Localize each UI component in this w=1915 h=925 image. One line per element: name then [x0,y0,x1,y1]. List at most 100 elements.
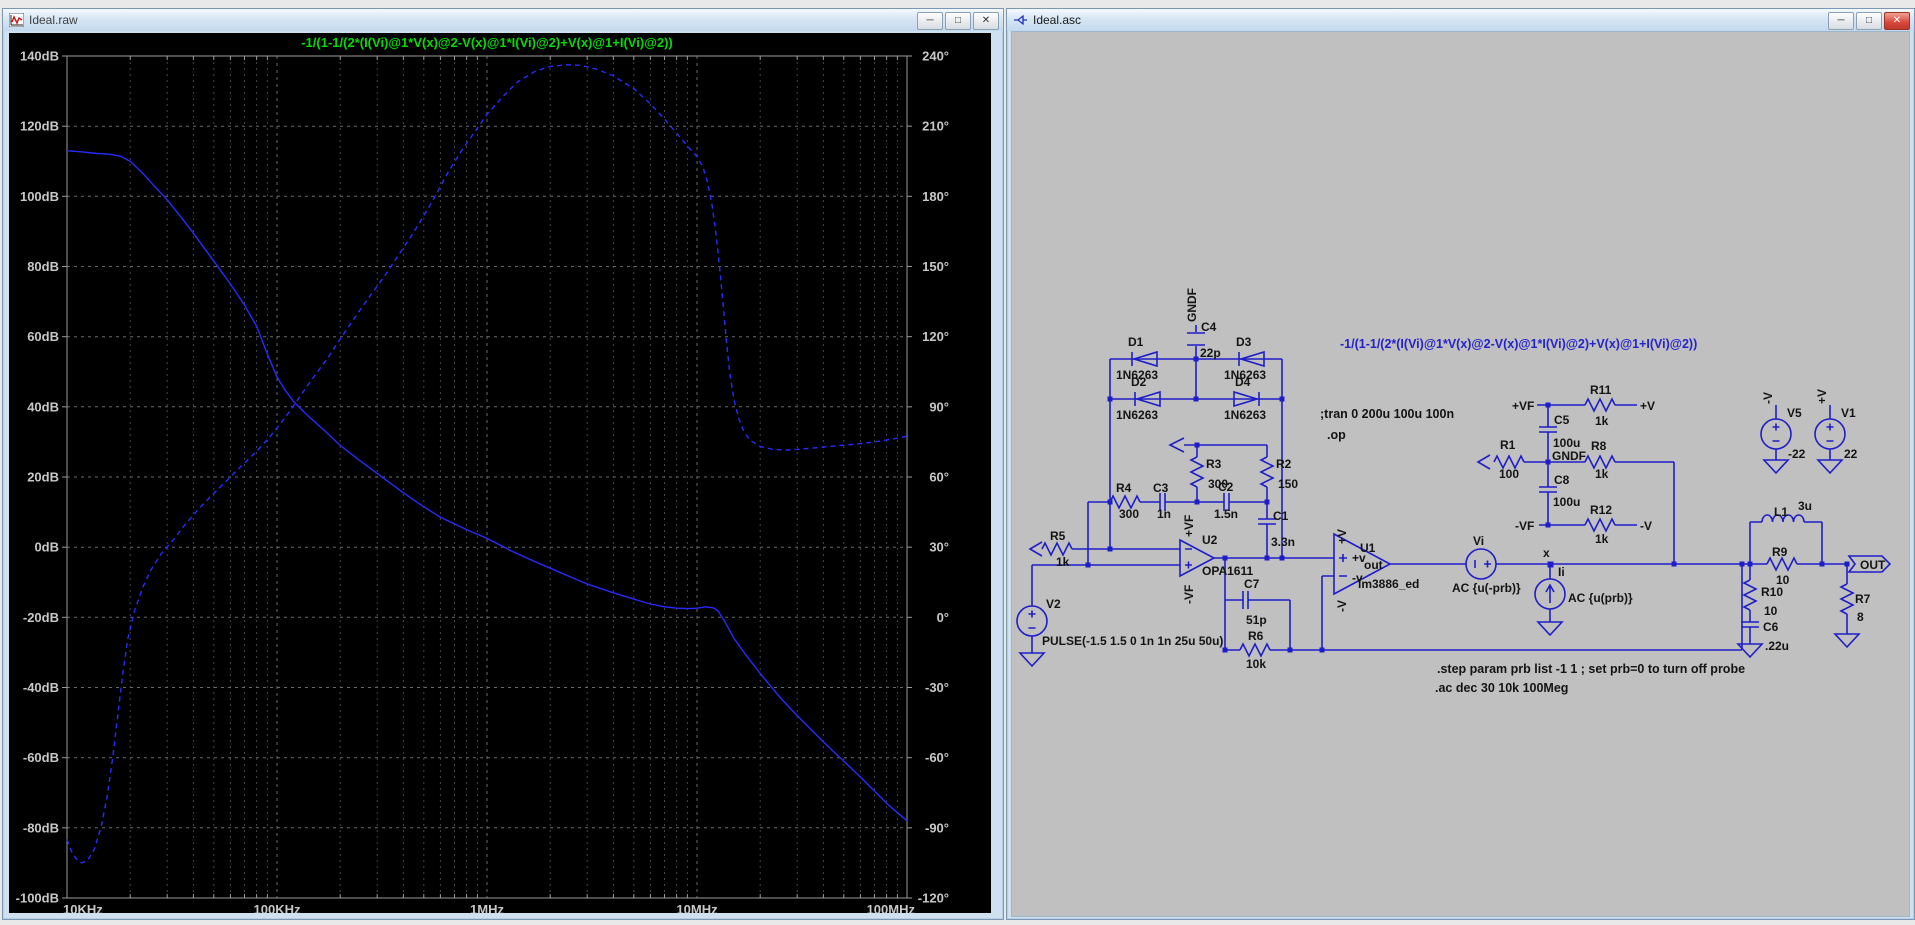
component-value: lm3886_ed [1358,577,1419,591]
close-button[interactable]: ✕ [1884,12,1910,30]
component-value: PULSE(-1.5 1.5 0 1n 1n 25u 50u) [1042,634,1223,648]
component-label: R10 [1761,585,1783,599]
resistor-R12 [1584,517,1616,533]
y-left-label: 20dB [27,470,59,485]
y-right-label: -30° [925,680,949,695]
y-right-label: 90° [929,399,949,414]
capacitor-C1[interactable]: C1 3.3n [1258,509,1295,549]
component-value: AC {u(-prb)} [1452,581,1521,595]
y-right-label: 240° [922,49,949,64]
resistor-R9[interactable]: R9 10 [1766,545,1798,587]
probe-arrow-top[interactable] [1168,437,1185,453]
output-port[interactable]: OUT [1847,555,1892,573]
y-left-label: 120dB [20,119,59,134]
component-value: 1k [1595,414,1609,428]
schematic-canvas[interactable]: D1 1N6263 D3 1N6263 D2 1N6263 D4 1N6263 … [1011,31,1910,917]
plot-expression-text[interactable]: -1/(1-1/(2*(I(Vi)@1*V(x)@2-V(x)@1*I(Vi)@… [1340,337,1697,351]
maximize-button[interactable]: □ [945,12,971,30]
tran-directive[interactable]: ;tran 0 200u 100u 100n [1320,407,1454,421]
component-label: C7 [1244,577,1260,591]
component-label: R6 [1248,629,1264,643]
component-value: 3u [1798,499,1812,513]
psu-block[interactable]: +VF R11 1k +V C5 100u GNDF R1 100 R8 1k … [1476,383,1655,546]
waveform-window-title: Ideal.raw [29,13,78,27]
capacitor-C5 [1539,426,1557,433]
component-value: 22 [1844,447,1858,461]
y-left-label: -100dB [16,891,59,906]
component-label: R8 [1591,439,1607,453]
bode-plot[interactable]: 140dB 120dB 100dB 80dB 60dB 40dB 20dB 0dB -20dB -… [9,33,991,917]
step-directive[interactable]: .step param prb list -1 1 ; set prb=0 to… [1437,662,1745,676]
component-value: 8 [1857,610,1864,624]
net-label-x[interactable]: x [1543,546,1550,560]
ground-symbol [1018,652,1046,668]
waveform-titlebar[interactable]: Ideal.raw ─ □ ✕ [3,9,1003,31]
y-left-label: 140dB [20,49,59,64]
component-label: C4 [1201,320,1217,334]
bode-plot-pane[interactable]: 140dB 120dB 100dB 80dB 60dB 40dB 20dB 0dB -20dB -… [9,33,991,917]
component-label: C5 [1554,413,1570,427]
voltage-source-V5[interactable]: -V V5 -22 [1760,392,1806,475]
component-value: 100u [1553,495,1580,509]
capacitor-C8 [1539,486,1557,493]
capacitor-C4[interactable]: C4 22p GNDF [1185,288,1221,360]
component-label: R1 [1500,438,1516,452]
resistor-R2[interactable]: R2 150 [1259,456,1298,491]
component-label: Ii [1558,565,1565,579]
component-value: 300 [1119,507,1139,521]
resistor-R4[interactable]: R4 300 [1109,481,1141,521]
component-label: R11 [1590,383,1612,397]
capacitor-C7[interactable]: C7 51p [1242,577,1267,627]
plot-title[interactable]: -1/(1-1/(2*(I(Vi)@1*V(x)@2-V(x)@1*I(Vi)@… [301,35,673,50]
capacitor-C2[interactable]: C2 1.5n [1214,480,1238,521]
resistor-R5[interactable]: R5 1k [1028,529,1073,569]
y-right-label: 120° [922,329,949,344]
component-label: C1 [1273,509,1289,523]
component-value: 22p [1200,346,1221,360]
component-label: C8 [1554,473,1570,487]
component-label: R12 [1590,503,1612,517]
component-label: R2 [1276,457,1292,471]
x-axis-label: 10KHz [63,902,103,913]
voltage-source-V1[interactable]: +V V1 22 [1814,389,1858,475]
minimize-button[interactable]: ─ [1828,12,1854,30]
inductor-L1[interactable]: L1 3u [1761,499,1812,523]
rail-label-nvf: -VF [1182,585,1196,604]
ground-symbol [1536,621,1564,637]
schematic-window: Ideal.asc ─ □ ✕ D1 1N6263 D3 1N6263 D2 1… [1006,8,1915,920]
schematic-titlebar[interactable]: Ideal.asc ─ □ ✕ [1007,9,1914,31]
schematic-icon [1014,14,1027,26]
component-value: 10 [1764,604,1778,618]
ground-symbol [1833,633,1861,649]
component-value: OPA1611 [1202,564,1253,578]
resistor-R7[interactable]: R7 8 [1833,583,1871,649]
waveform-window: Ideal.raw ─ □ ✕ 140dB 120dB 100dB 80dB 60dB 4… [2,8,1004,920]
opamp-U1[interactable]: U1 +v -v out lm3886_ed +V -V [1333,529,1419,612]
probe-arrow-r1 [1476,454,1491,470]
y-left-label: 100dB [20,189,59,204]
y-right-label: -90° [925,820,949,835]
net-label-gndf: GNDF [1185,288,1199,322]
svg-text:x: x [1543,546,1550,560]
y-right-label: 30° [929,540,949,555]
opamp-U2[interactable]: U2 OPA1611 +VF -VF [1179,515,1253,604]
close-button[interactable]: ✕ [973,12,999,30]
component-value: 1.5n [1214,507,1238,521]
capacitor-C6[interactable]: C6 .22u [1736,620,1789,659]
ground-symbol [1762,459,1790,475]
minimize-button[interactable]: ─ [917,12,943,30]
component-label: D2 [1131,375,1147,389]
component-label: L1 [1774,505,1788,519]
port-label: OUT [1860,558,1886,572]
capacitor-C3[interactable]: C3 1n [1153,481,1171,521]
op-directive[interactable]: .op [1327,428,1346,442]
ac-directive[interactable]: .ac dec 30 10k 100Meg [1435,681,1568,695]
resistor-R6[interactable]: R6 10k [1239,629,1271,671]
component-value: 150 [1278,477,1298,491]
component-label: R7 [1855,592,1871,606]
maximize-button[interactable]: □ [1856,12,1882,30]
voltage-source-V2[interactable]: V2 PULSE(-1.5 1.5 0 1n 1n 25u 50u) [1016,597,1223,668]
x-axis-label: 100MHz [867,902,916,913]
y-right-label: -60° [925,750,949,765]
component-value: 10k [1246,657,1266,671]
